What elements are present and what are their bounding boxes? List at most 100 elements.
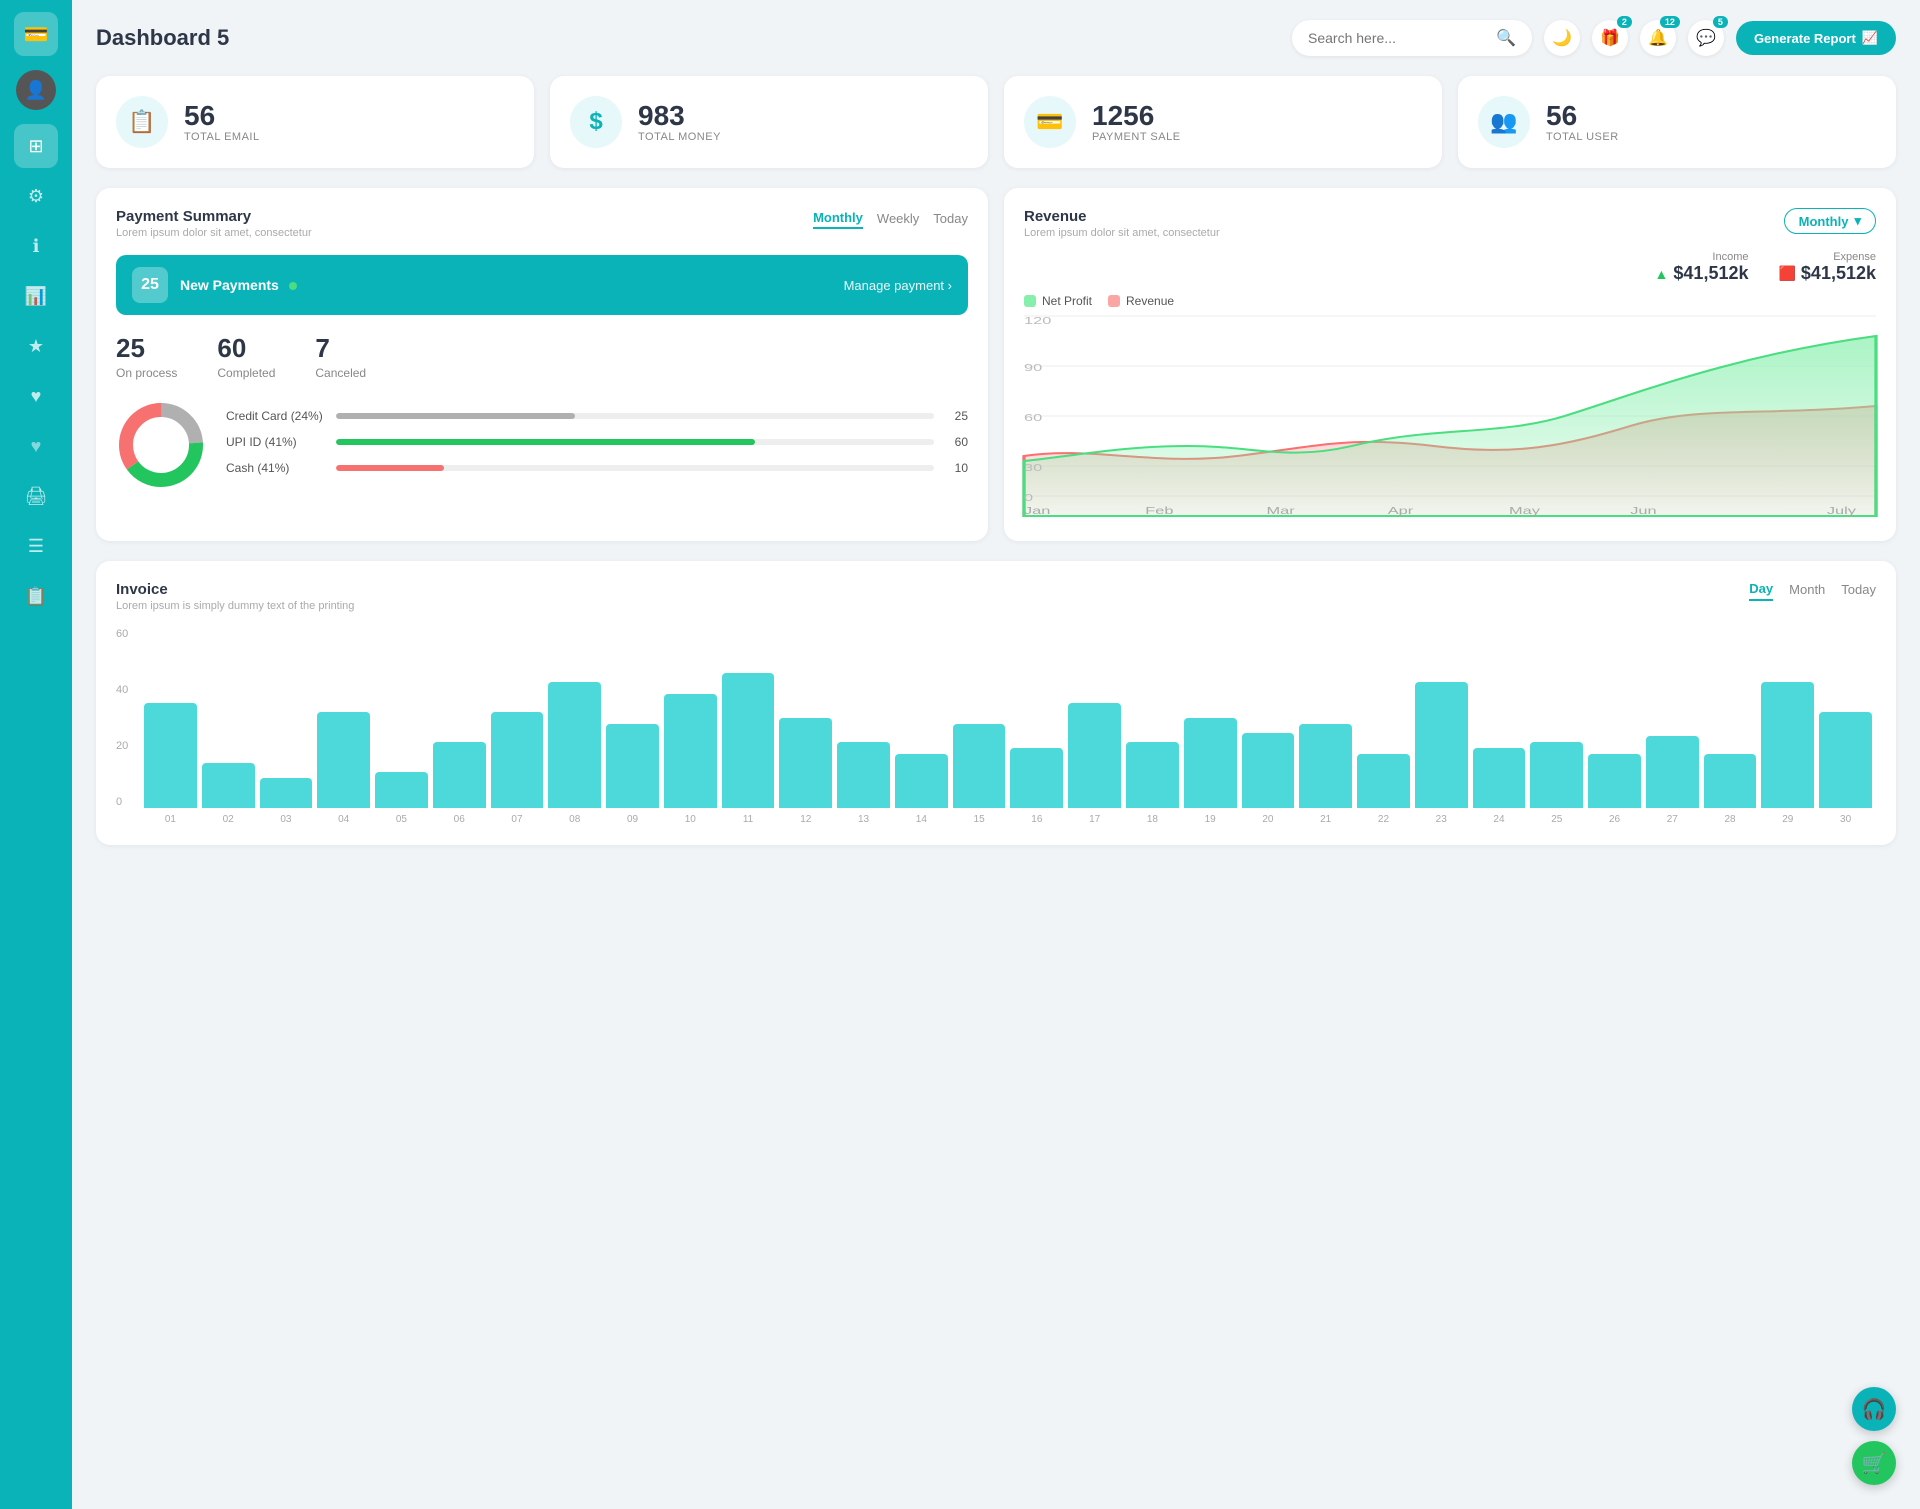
stat-num-payment: 1256 <box>1092 101 1181 132</box>
invoice-bar <box>895 754 948 808</box>
svg-text:30: 30 <box>1024 462 1043 473</box>
tab-today[interactable]: Today <box>933 208 968 229</box>
stat-icon-money: $ <box>570 96 622 148</box>
stat-icon-user: 👥 <box>1478 96 1530 148</box>
svg-text:Jun: Jun <box>1630 505 1656 516</box>
invoice-x-label: 18 <box>1126 814 1179 825</box>
stat-label-payment: PAYMENT SALE <box>1092 131 1181 143</box>
float-chat-btn[interactable]: 🎧 <box>1852 1387 1896 1431</box>
payment-details: Credit Card (24%) 25 UPI ID (41%) 60 <box>116 400 968 495</box>
invoice-x-label: 26 <box>1588 814 1641 825</box>
invoice-x-label: 30 <box>1819 814 1872 825</box>
invoice-x-label: 28 <box>1704 814 1757 825</box>
invoice-bar <box>664 694 717 808</box>
sidebar-item-dashboard[interactable]: ⊞ <box>14 124 58 168</box>
stat-num-user: 56 <box>1546 101 1619 132</box>
invoice-bar <box>722 673 775 808</box>
invoice-bar <box>548 682 601 808</box>
invoice-x-label: 22 <box>1357 814 1410 825</box>
invoice-bar <box>1588 754 1641 808</box>
sidebar-item-favorites[interactable]: ★ <box>14 324 58 368</box>
chat-badge: 5 <box>1713 16 1728 28</box>
tab-weekly[interactable]: Weekly <box>877 208 919 229</box>
sidebar-item-info[interactable]: ℹ <box>14 224 58 268</box>
bar-val-credit: 25 <box>944 409 968 423</box>
theme-toggle-btn[interactable]: 🌙 <box>1544 20 1580 56</box>
gear-icon: ⚙ <box>28 186 44 207</box>
income-item: Income ▲ $41,512k <box>1655 251 1749 284</box>
float-buttons: 🎧 🛒 <box>1852 1387 1896 1485</box>
stat-label-email: TOTAL EMAIL <box>184 131 260 143</box>
invoice-tabs: Day Month Today <box>1749 581 1876 601</box>
tab-monthly[interactable]: Monthly <box>813 208 863 229</box>
revenue-subtitle: Lorem ipsum dolor sit amet, consectetur <box>1024 227 1220 239</box>
invoice-bar <box>491 712 544 808</box>
invoice-bar <box>1819 712 1872 808</box>
page-title: Dashboard 5 <box>96 25 1292 51</box>
bell-icon: 🔔 <box>1648 28 1668 48</box>
invoice-x-label: 01 <box>144 814 197 825</box>
search-input[interactable] <box>1308 30 1488 46</box>
wallet-icon: 💳 <box>24 22 49 47</box>
invoice-bar <box>260 778 313 808</box>
stats-row: 📋 56 TOTAL EMAIL $ 983 TOTAL MONEY 💳 125… <box>96 76 1896 168</box>
svg-text:Apr: Apr <box>1388 505 1414 516</box>
invoice-bar <box>1646 736 1699 808</box>
inv-tab-day[interactable]: Day <box>1749 581 1773 601</box>
sidebar-avatar[interactable]: 👤 <box>16 70 56 110</box>
new-payments-left: 25 New Payments <box>132 267 297 303</box>
svg-text:90: 90 <box>1024 362 1043 373</box>
search-icon[interactable]: 🔍 <box>1496 28 1516 48</box>
search-bar[interactable]: 🔍 <box>1292 20 1532 56</box>
invoice-bar <box>1357 754 1410 808</box>
sidebar-item-analytics[interactable]: 📊 <box>14 274 58 318</box>
invoice-x-label: 15 <box>953 814 1006 825</box>
stat-icon-payment: 💳 <box>1024 96 1076 148</box>
sidebar: 💳 👤 ⊞ ⚙ ℹ 📊 ★ ♥ ♥ 🖨 ☰ 📋 <box>0 0 72 1509</box>
bell-btn[interactable]: 🔔 12 <box>1640 20 1676 56</box>
payment-bars: Credit Card (24%) 25 UPI ID (41%) 60 <box>226 409 968 487</box>
svg-text:Feb: Feb <box>1145 505 1173 516</box>
manage-payment-link[interactable]: Manage payment › <box>844 278 952 293</box>
inv-tab-today[interactable]: Today <box>1841 582 1876 600</box>
invoice-x-label: 13 <box>837 814 890 825</box>
chat-btn[interactable]: 💬 5 <box>1688 20 1724 56</box>
generate-report-btn[interactable]: Generate Report 📈 <box>1736 21 1896 55</box>
float-cart-btn[interactable]: 🛒 <box>1852 1441 1896 1485</box>
print-icon: 🖨 <box>25 486 48 507</box>
revenue-monthly-dropdown[interactable]: Monthly ▾ <box>1784 208 1876 234</box>
gift-icon: 🎁 <box>1600 28 1620 48</box>
invoice-bar <box>837 742 890 808</box>
sidebar-item-settings[interactable]: ⚙ <box>14 174 58 218</box>
svg-text:Mar: Mar <box>1266 505 1295 516</box>
sidebar-item-liked2[interactable]: ♥ <box>14 424 58 468</box>
donut-chart <box>116 400 206 495</box>
header-icons: 🌙 🎁 2 🔔 12 💬 5 Generate Report 📈 <box>1544 20 1896 56</box>
invoice-x-label: 17 <box>1068 814 1121 825</box>
info-icon: ℹ <box>33 236 40 257</box>
gift-btn[interactable]: 🎁 2 <box>1592 20 1628 56</box>
payment-summary-card: Payment Summary Lorem ipsum dolor sit am… <box>96 188 988 541</box>
report-icon: 📋 <box>25 586 47 607</box>
sidebar-logo[interactable]: 💳 <box>14 12 58 56</box>
sidebar-item-print[interactable]: 🖨 <box>14 474 58 518</box>
invoice-x-label: 04 <box>317 814 370 825</box>
generate-btn-label: Generate Report <box>1754 31 1856 46</box>
inv-tab-month[interactable]: Month <box>1789 582 1825 600</box>
income-expense: Income ▲ $41,512k Expense 🟥 $41,512k <box>1024 251 1876 284</box>
pstat-onprocess: 25 On process <box>116 333 177 380</box>
invoice-header: Invoice Lorem ipsum is simply dummy text… <box>116 581 1876 612</box>
svg-text:0: 0 <box>1024 492 1034 503</box>
invoice-bar <box>1415 682 1468 808</box>
expense-item: Expense 🟥 $41,512k <box>1778 251 1876 284</box>
sidebar-item-list[interactable]: ☰ <box>14 524 58 568</box>
sidebar-item-liked[interactable]: ♥ <box>14 374 58 418</box>
heart-icon: ♥ <box>31 386 42 407</box>
bar-row-credit: Credit Card (24%) 25 <box>226 409 968 423</box>
sidebar-item-report[interactable]: 📋 <box>14 574 58 618</box>
stat-card-user: 👥 56 TOTAL USER <box>1458 76 1896 168</box>
net-profit-dot <box>1024 295 1036 307</box>
pstat-label-canceled: Canceled <box>315 366 366 380</box>
svg-text:Jan: Jan <box>1024 505 1050 516</box>
invoice-x-label: 11 <box>722 814 775 825</box>
